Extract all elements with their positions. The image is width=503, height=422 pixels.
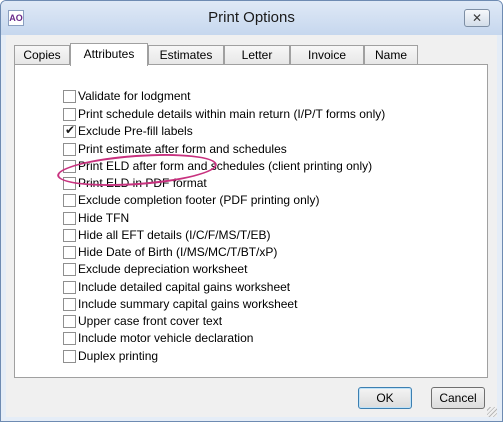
option-label: Duplex printing <box>78 349 159 363</box>
option-label: Hide Date of Birth (I/MS/MC/T/BT/xP) <box>78 245 278 259</box>
option-label: Validate for lodgment <box>78 89 191 103</box>
option-print-estimate[interactable]: Print estimate after form and schedules <box>63 141 287 157</box>
title-bar[interactable]: AO Print Options ✕ <box>1 1 502 35</box>
option-hide-date-of-birth[interactable]: Hide Date of Birth (I/MS/MC/T/BT/xP) <box>63 244 277 260</box>
option-validate-for-lodgment[interactable]: Validate for lodgment <box>63 88 191 104</box>
option-hide-eft-details[interactable]: Hide all EFT details (I/C/F/MS/T/EB) <box>63 227 271 243</box>
option-label: Exclude completion footer (PDF printing … <box>78 193 320 207</box>
checkbox[interactable] <box>63 228 76 242</box>
option-exclude-prefill-labels[interactable]: Exclude Pre-fill labels <box>63 123 193 139</box>
checkbox[interactable] <box>63 280 76 294</box>
checkbox[interactable] <box>63 331 76 345</box>
option-duplex-printing[interactable]: Duplex printing <box>63 348 158 364</box>
checkbox[interactable] <box>63 193 76 207</box>
cancel-button[interactable]: Cancel <box>431 387 485 409</box>
option-print-schedule-details[interactable]: Print schedule details within main retur… <box>63 106 385 122</box>
dialog-body: Copies Attributes Estimates Letter Invoi… <box>6 35 497 417</box>
checkbox[interactable] <box>63 349 76 363</box>
checkbox[interactable] <box>63 297 76 311</box>
option-label: Include summary capital gains worksheet <box>78 297 298 311</box>
option-upper-case-cover[interactable]: Upper case front cover text <box>63 313 222 329</box>
option-summary-capital-gains[interactable]: Include summary capital gains worksheet <box>63 296 297 312</box>
checkbox[interactable] <box>63 314 76 328</box>
close-button[interactable]: ✕ <box>464 9 490 27</box>
attributes-panel: Validate for lodgment Print schedule det… <box>14 64 488 378</box>
checkbox[interactable] <box>63 107 76 121</box>
option-label: Include detailed capital gains worksheet <box>78 280 291 294</box>
option-label: Exclude depreciation worksheet <box>78 262 248 276</box>
resize-grip[interactable] <box>487 407 497 417</box>
ok-button[interactable]: OK <box>358 387 412 409</box>
window-title: Print Options <box>208 9 295 26</box>
checkbox[interactable] <box>63 159 76 173</box>
option-exclude-completion-footer[interactable]: Exclude completion footer (PDF printing … <box>63 192 319 208</box>
checkbox[interactable] <box>63 89 76 103</box>
tab-name[interactable]: Name <box>364 45 418 65</box>
option-label: Print schedule details within main retur… <box>78 107 386 121</box>
option-label: Upper case front cover text <box>78 314 223 328</box>
option-label: Hide all EFT details (I/C/F/MS/T/EB) <box>78 228 271 242</box>
checkbox[interactable] <box>63 176 76 190</box>
checkbox[interactable] <box>63 262 76 276</box>
option-print-eld-after-form[interactable]: Print ELD after form and schedules (clie… <box>63 158 372 174</box>
option-label: Print ELD in PDF format <box>78 176 207 190</box>
option-label: Print estimate after form and schedules <box>78 142 287 156</box>
option-motor-vehicle-declaration[interactable]: Include motor vehicle declaration <box>63 330 253 346</box>
print-options-dialog: AO Print Options ✕ Copies Attributes Est… <box>0 0 503 422</box>
option-label: Exclude Pre-fill labels <box>78 124 193 138</box>
option-label: Hide TFN <box>78 211 130 225</box>
option-print-eld-pdf[interactable]: Print ELD in PDF format <box>63 175 207 191</box>
tab-invoice[interactable]: Invoice <box>290 45 364 65</box>
option-exclude-depreciation[interactable]: Exclude depreciation worksheet <box>63 261 247 277</box>
checkbox-checked[interactable] <box>63 123 76 138</box>
checkbox[interactable] <box>63 142 76 156</box>
option-label: Include motor vehicle declaration <box>78 331 254 345</box>
checkbox[interactable] <box>63 211 76 225</box>
tab-attributes[interactable]: Attributes <box>70 43 148 66</box>
tab-estimates[interactable]: Estimates <box>148 45 224 65</box>
checkbox[interactable] <box>63 245 76 259</box>
option-hide-tfn[interactable]: Hide TFN <box>63 210 129 226</box>
option-detailed-capital-gains[interactable]: Include detailed capital gains worksheet <box>63 279 290 295</box>
option-label: Print ELD after form and schedules (clie… <box>78 159 373 173</box>
tab-copies[interactable]: Copies <box>14 45 70 65</box>
tab-letter[interactable]: Letter <box>224 45 290 65</box>
